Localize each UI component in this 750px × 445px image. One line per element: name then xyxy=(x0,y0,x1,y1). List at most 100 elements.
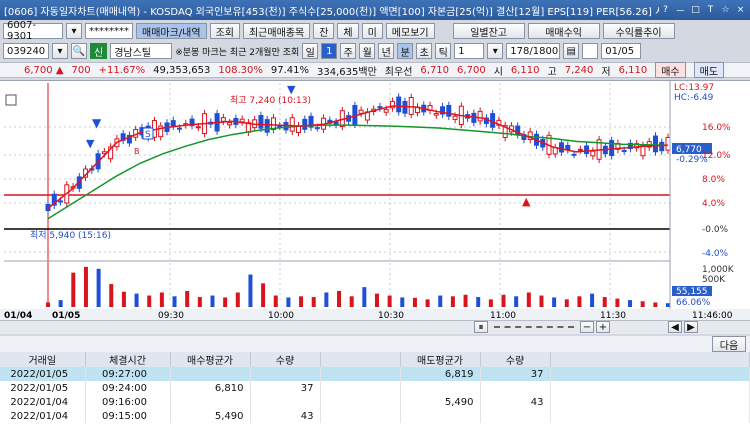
table-row[interactable]: 2022/01/04 09:16:00 5,490 43 xyxy=(0,395,750,409)
text-icon[interactable]: T xyxy=(704,4,717,17)
volume-bar xyxy=(590,293,595,307)
volume-bar xyxy=(134,293,139,307)
open-price: 6,110 xyxy=(510,64,540,76)
date-input[interactable]: 01/05 xyxy=(601,43,642,59)
tab-trade-marks[interactable]: 매매마크/내역 xyxy=(136,23,207,39)
volume-bar xyxy=(83,266,88,307)
candle xyxy=(220,117,226,122)
memo-button[interactable]: 메모보기 xyxy=(385,23,435,39)
volume-bar xyxy=(463,294,468,307)
strength: 97.41% xyxy=(270,64,310,76)
col-buy-qty: 수량 xyxy=(250,352,321,367)
date-checkbox[interactable] xyxy=(582,43,599,59)
candle xyxy=(571,153,577,156)
period-day-count[interactable]: 1 xyxy=(321,43,338,59)
zoom-out-icon[interactable]: − xyxy=(580,321,594,333)
period-year[interactable]: 년 xyxy=(378,43,395,59)
volume-bar xyxy=(324,292,329,307)
volume-bar xyxy=(311,297,316,307)
period-second[interactable]: 초 xyxy=(416,43,433,59)
moving-average-long xyxy=(47,124,669,220)
volume-bar xyxy=(337,290,342,307)
table-row[interactable]: 2022/01/05 09:27:00 6,819 37 xyxy=(0,367,750,381)
daily-balance-button[interactable]: 일별잔고 xyxy=(452,23,525,39)
low-label: 저 xyxy=(601,66,611,78)
maximize-icon[interactable]: □ xyxy=(689,4,702,17)
toolbar-account: 6007-9301 ▾ ******** 매매마크/내역 조회 최근매매종목 잔… xyxy=(0,20,750,42)
volume-tick: 1,000K xyxy=(702,265,735,275)
volume-bar xyxy=(450,296,455,307)
table-row[interactable]: 2022/01/04 09:15:00 5,490 43 xyxy=(0,409,750,423)
y-tick: 16.0% xyxy=(702,123,731,133)
period-day[interactable]: 일 xyxy=(302,43,319,59)
chart-scrollbar[interactable]: ⏸ − + ◀ ▶ xyxy=(0,320,750,334)
stock-code-input[interactable]: 039240 xyxy=(3,43,49,59)
password-input[interactable]: ******** xyxy=(85,23,133,39)
signal-s-label: S xyxy=(145,130,151,140)
minimize-icon[interactable]: ㅡ xyxy=(674,4,687,17)
volume-bar xyxy=(628,300,633,307)
change-rate: +11.67% xyxy=(98,64,146,76)
scroll-track[interactable] xyxy=(494,326,574,328)
help-icon[interactable]: ? xyxy=(659,4,672,17)
code-dropdown-icon[interactable]: ▾ xyxy=(52,43,68,59)
volume-bar xyxy=(121,291,126,307)
volume-bar xyxy=(223,297,228,307)
price-change: 700 xyxy=(71,64,91,76)
recent-trades-button[interactable]: 최근매매종목 xyxy=(242,23,311,39)
volume-bar xyxy=(412,297,417,307)
buy-button[interactable]: 매수 xyxy=(655,62,686,78)
y-tick: 8.0% xyxy=(702,175,725,185)
zoom-in-icon[interactable]: + xyxy=(596,321,610,333)
balance-button[interactable]: 잔 xyxy=(313,23,335,39)
volume-bar xyxy=(374,293,379,307)
account-input[interactable]: 6007-9301 xyxy=(3,20,63,42)
interval-dropdown-icon[interactable]: ▾ xyxy=(487,43,504,59)
period-minute[interactable]: 분 xyxy=(397,43,414,59)
col-date: 거래일 xyxy=(0,352,86,367)
candle xyxy=(333,121,339,126)
search-icon[interactable]: 🔍 xyxy=(71,43,87,59)
y-tick: 12.0% xyxy=(702,151,731,161)
close-icon[interactable]: × xyxy=(734,4,747,17)
volume-bar xyxy=(235,292,240,307)
filled-button[interactable]: 체 xyxy=(337,23,359,39)
chart-menu-icon[interactable] xyxy=(5,94,17,106)
favorite-icon[interactable]: ☆ xyxy=(719,4,732,17)
low-price: 6,110 xyxy=(618,64,648,76)
pause-icon[interactable]: ⏸ xyxy=(474,321,488,333)
account-dropdown-icon[interactable]: ▾ xyxy=(66,23,82,39)
chart-settings-icon[interactable]: ▤ xyxy=(563,43,580,59)
period-month[interactable]: 월 xyxy=(359,43,376,59)
period-week[interactable]: 주 xyxy=(340,43,357,59)
interval-select[interactable]: 1 xyxy=(454,43,485,59)
trade-profit-button[interactable]: 매매수익 xyxy=(527,23,600,39)
scroll-right-icon[interactable]: ▶ xyxy=(684,321,698,333)
toolbar-stock: 039240 ▾ 🔍 신 경남스틸 ※분봉 마크는 최근 2개월만 조회 일 1… xyxy=(0,42,750,60)
return-trend-button[interactable]: 수익률추이 xyxy=(602,23,675,39)
candle xyxy=(559,142,565,153)
candle xyxy=(289,117,295,132)
next-button[interactable]: 다음 xyxy=(712,336,746,352)
window-title: [0606] 자동일자차트(매매내역) - KOSDAQ 외국인보유[453(천… xyxy=(4,6,659,18)
period-tick[interactable]: 틱 xyxy=(435,43,452,59)
volume-bar xyxy=(273,295,278,307)
candle xyxy=(433,113,439,116)
table-row[interactable]: 2022/01/05 09:24:00 6,810 37 xyxy=(0,381,750,395)
scroll-left-icon[interactable]: ◀ xyxy=(668,321,682,333)
query-button[interactable]: 조회 xyxy=(209,23,240,39)
unfilled-button[interactable]: 미 xyxy=(361,23,383,39)
candle xyxy=(490,113,496,128)
best-label: 최우선 xyxy=(384,66,413,78)
price-chart[interactable]: 최고 7,240 (10:13) 최저 5,940 (15:16) ▼ ▼ ▼ … xyxy=(0,81,750,332)
volume-pct: 66.06% xyxy=(676,298,711,308)
ask-price: 6,710 xyxy=(420,64,450,76)
sell-button[interactable]: 매도 xyxy=(693,62,725,78)
volume-bar xyxy=(602,297,607,307)
data-count: 178/1800 xyxy=(506,43,561,59)
volume-ratio: 108.30% xyxy=(218,64,263,76)
current-price: 6,700 ▲ xyxy=(24,64,64,76)
candle xyxy=(302,118,308,130)
chart-area[interactable]: 최고 7,240 (10:13) 최저 5,940 (15:16) ▼ ▼ ▼ … xyxy=(0,80,750,332)
candle xyxy=(358,109,364,114)
